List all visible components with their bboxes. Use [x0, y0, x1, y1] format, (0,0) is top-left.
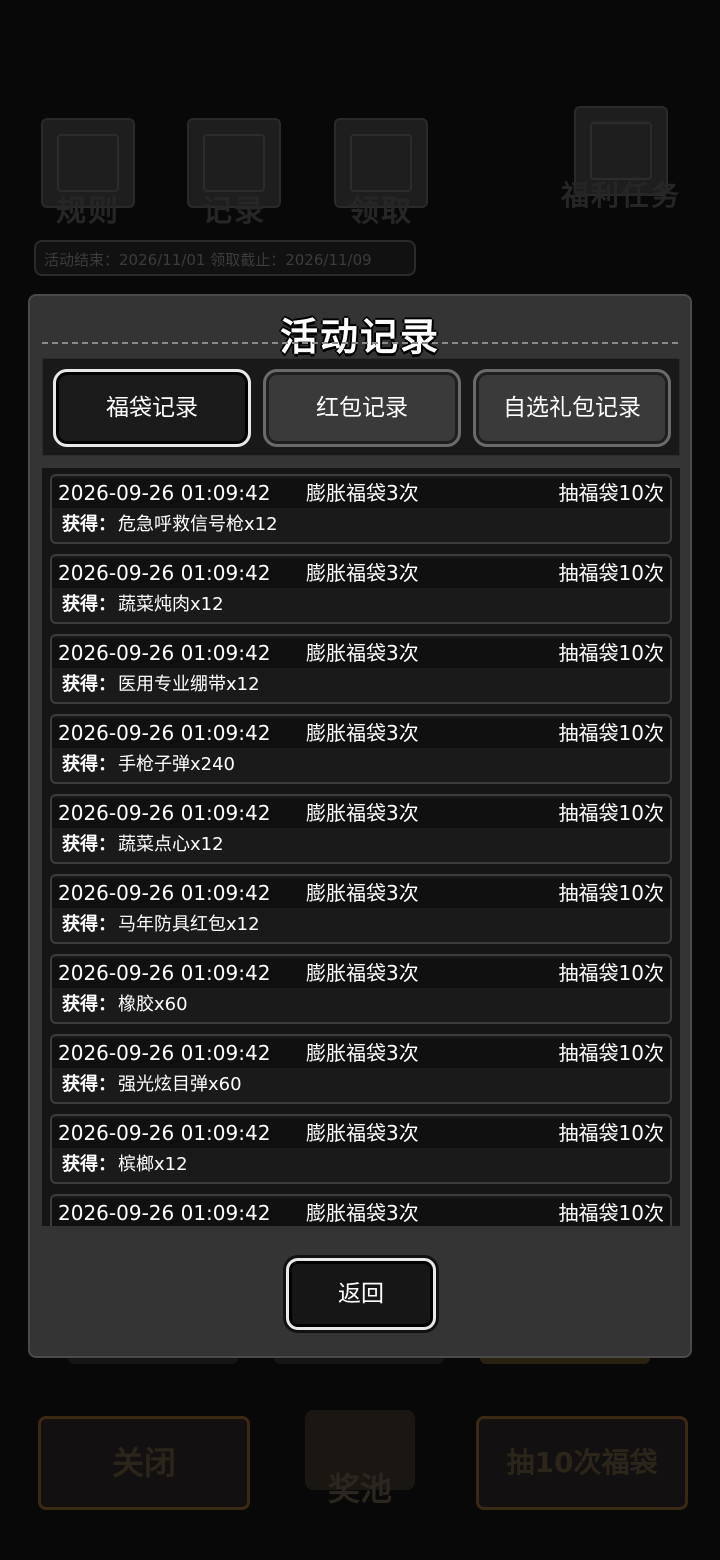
reward-text: 医用专业绷带x12: [118, 674, 260, 695]
record-reward: 获得： 手枪子弹x240: [62, 752, 235, 778]
record-time: 2026-09-26 01:09:42: [58, 1041, 271, 1065]
record-bag-type: 膨胀福袋3次: [306, 1201, 419, 1225]
prize-pool-label: 奖池: [327, 1470, 392, 1508]
record-time: 2026-09-26 01:09:42: [58, 641, 271, 665]
obtained-label: 获得：: [62, 594, 116, 615]
list-item: 2026-09-26 01:09:42 膨胀福袋3次 抽福袋10次获得： 危急呼救信号…: [50, 474, 672, 544]
record-reward: 获得： 强光炫目弹x60: [62, 1072, 242, 1098]
dialog-title: 活动记录: [279, 315, 440, 359]
record-header: 2026-09-26 01:09:42 膨胀福袋3次 抽福袋10次: [52, 558, 670, 588]
record-header: 2026-09-26 01:09:42 膨胀福袋3次 抽福袋10次: [52, 638, 670, 668]
record-bag-type: 膨胀福袋3次: [306, 1041, 419, 1065]
record-action: 抽福袋10次: [558, 481, 664, 505]
record-bag-type: 膨胀福袋3次: [306, 1121, 419, 1145]
record-bag-type: 膨胀福袋3次: [306, 561, 419, 585]
close-button: 关闭: [38, 1416, 250, 1510]
rules-label: 规则: [56, 194, 120, 229]
record-action: 抽福袋10次: [558, 721, 664, 745]
obtained-label: 获得：: [62, 994, 116, 1015]
reward-text: 橡胶x60: [118, 994, 188, 1015]
record-header: 2026-09-26 01:09:42 膨胀福袋3次 抽福袋10次: [52, 878, 670, 908]
title-divider: [42, 342, 678, 344]
record-header: 2026-09-26 01:09:42 膨胀福袋3次 抽福袋10次: [52, 958, 670, 988]
record-reward: 获得： 橡胶x60: [62, 992, 188, 1018]
record-time: 2026-09-26 01:09:42: [58, 801, 271, 825]
list-item: 2026-09-26 01:09:42 膨胀福袋3次 抽福袋10次获得： 马年防具红包…: [50, 874, 672, 944]
list-item: 2026-09-26 01:09:42 膨胀福袋3次 抽福袋10次获得： 槟榔x12: [50, 1114, 672, 1184]
record-time: 2026-09-26 01:09:42: [58, 881, 271, 905]
record-reward: 获得： 蔬菜炖肉x12: [62, 592, 224, 618]
record-action: 抽福袋10次: [558, 881, 664, 905]
list-item: 2026-09-26 01:09:42 膨胀福袋3次 抽福袋10次获得： 手枪子弹x2…: [50, 714, 672, 784]
record-time: 2026-09-26 01:09:42: [58, 561, 271, 585]
record-action: 抽福袋10次: [558, 1201, 664, 1225]
list-item: 2026-09-26 01:09:42 膨胀福袋3次 抽福袋10次: [50, 1194, 672, 1226]
record-bag-type: 膨胀福袋3次: [306, 481, 419, 505]
record-header: 2026-09-26 01:09:42 膨胀福袋3次 抽福袋10次: [52, 1118, 670, 1148]
record-bag-type: 膨胀福袋3次: [306, 961, 419, 985]
obtained-label: 获得：: [62, 754, 116, 775]
reward-text: 蔬菜点心x12: [118, 834, 224, 855]
obtained-label: 获得：: [62, 834, 116, 855]
record-time: 2026-09-26 01:09:42: [58, 481, 271, 505]
record-tabs: 福袋记录 红包记录 自选礼包记录: [42, 358, 680, 456]
reward-text: 强光炫目弹x60: [118, 1074, 242, 1095]
reward-text: 手枪子弹x240: [118, 754, 236, 775]
tab-lucky-bag-records[interactable]: 福袋记录: [53, 369, 251, 447]
welfare-task-icon-button: 福利任务: [556, 106, 686, 214]
reward-text: 槟榔x12: [118, 1154, 188, 1175]
claim-icon-button: 领取: [326, 118, 436, 230]
record-action: 抽福袋10次: [558, 801, 664, 825]
record-action: 抽福袋10次: [558, 961, 664, 985]
record-header: 2026-09-26 01:09:42 膨胀福袋3次 抽福袋10次: [52, 478, 670, 508]
rules-icon-button: 规则: [38, 118, 138, 230]
record-reward: 获得： 医用专业绷带x12: [62, 672, 260, 698]
record-action: 抽福袋10次: [558, 641, 664, 665]
list-item: 2026-09-26 01:09:42 膨胀福袋3次 抽福袋10次获得： 蔬菜点心x1…: [50, 794, 672, 864]
draw-10-button: 抽10次福袋: [476, 1416, 688, 1510]
record-time: 2026-09-26 01:09:42: [58, 1201, 271, 1225]
record-reward: 获得： 槟榔x12: [62, 1152, 188, 1178]
reward-text: 蔬菜炖肉x12: [118, 594, 224, 615]
record-header: 2026-09-26 01:09:42 膨胀福袋3次 抽福袋10次: [52, 798, 670, 828]
tab-custom-gift-records[interactable]: 自选礼包记录: [473, 369, 671, 447]
list-item: 2026-09-26 01:09:42 膨胀福袋3次 抽福袋10次获得： 橡胶x60: [50, 954, 672, 1024]
obtained-label: 获得：: [62, 914, 116, 935]
records-label: 记录: [202, 194, 266, 229]
prize-pool-button: 奖池: [290, 1400, 430, 1520]
record-header: 2026-09-26 01:09:42 膨胀福袋3次 抽福袋10次: [52, 718, 670, 748]
record-reward: 获得： 危急呼救信号枪x12: [62, 512, 278, 538]
obtained-label: 获得：: [62, 674, 116, 695]
record-list[interactable]: 2026-09-26 01:09:42 膨胀福袋3次 抽福袋10次 获得： 危急呼救信号…: [42, 468, 680, 1226]
list-item: 2026-09-26 01:09:42 膨胀福袋3次 抽福袋10次获得： 强光炫目弹x…: [50, 1034, 672, 1104]
obtained-label: 获得：: [62, 1074, 116, 1095]
obtained-label: 获得：: [62, 1154, 116, 1175]
record-time: 2026-09-26 01:09:42: [58, 721, 271, 745]
record-bag-type: 膨胀福袋3次: [306, 801, 419, 825]
record-reward: 获得： 蔬菜点心x12: [62, 832, 224, 858]
list-item: 2026-09-26 01:09:42 膨胀福袋3次 抽福袋10次获得： 医用专业绷带…: [50, 634, 672, 704]
record-bag-type: 膨胀福袋3次: [306, 641, 419, 665]
record-time: 2026-09-26 01:09:42: [58, 1121, 271, 1145]
records-icon-button: 记录: [184, 118, 284, 230]
obtained-label: 获得：: [62, 514, 116, 535]
reward-text: 危急呼救信号枪x12: [118, 514, 278, 535]
event-dates: 活动结束：2026/11/01 领取截止：2026/11/09: [34, 240, 416, 276]
record-header: 2026-09-26 01:09:42 膨胀福袋3次 抽福袋10次: [52, 1038, 670, 1068]
back-button[interactable]: 返回: [286, 1258, 436, 1330]
welfare-task-label: 福利任务: [560, 179, 681, 212]
record-action: 抽福袋10次: [558, 1041, 664, 1065]
activity-record-dialog: 活动记录 福袋记录 红包记录 自选礼包记录 2026-09-26 01:09:4…: [28, 294, 692, 1358]
record-header: 2026-09-26 01:09:42 膨胀福袋3次 抽福袋10次: [52, 1198, 670, 1226]
record-action: 抽福袋10次: [558, 561, 664, 585]
claim-label: 领取: [349, 194, 413, 229]
record-time: 2026-09-26 01:09:42: [58, 961, 271, 985]
list-item: 2026-09-26 01:09:42 膨胀福袋3次 抽福袋10次获得： 蔬菜炖肉x1…: [50, 554, 672, 624]
record-bag-type: 膨胀福袋3次: [306, 721, 419, 745]
tab-red-packet-records[interactable]: 红包记录: [263, 369, 461, 447]
record-bag-type: 膨胀福袋3次: [306, 881, 419, 905]
record-action: 抽福袋10次: [558, 1121, 664, 1145]
reward-text: 马年防具红包x12: [118, 914, 260, 935]
record-reward: 获得： 马年防具红包x12: [62, 912, 260, 938]
